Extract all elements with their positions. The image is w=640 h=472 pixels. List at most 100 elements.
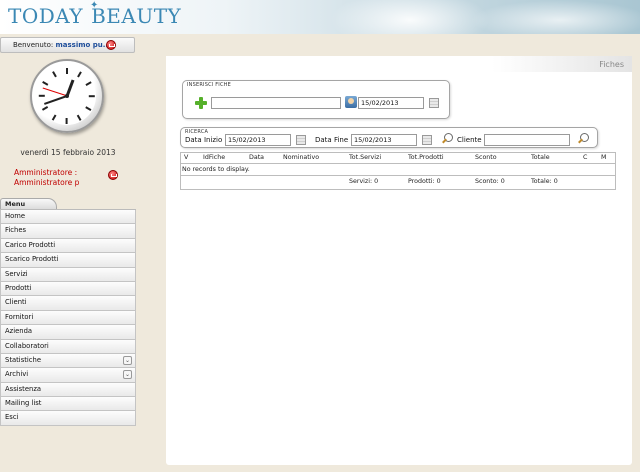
sidebar-item-fornitori[interactable]: Fornitori	[0, 310, 136, 326]
clock-center	[65, 94, 69, 98]
ricerca-group: RICERCA Data Inizio 15/02/2013 Data Fine…	[180, 127, 598, 148]
cliente-input[interactable]	[484, 134, 570, 146]
sidebar-item-carico-prodotti[interactable]: Carico Prodotti	[0, 238, 136, 254]
column-header-v[interactable]: V	[184, 154, 188, 161]
sidebar-item-label: Servizi	[5, 269, 28, 278]
chevron-down-icon[interactable]: ⌄	[123, 370, 132, 380]
chevron-down-icon[interactable]: ⌄	[123, 355, 132, 365]
column-header-data[interactable]: Data	[249, 154, 264, 161]
clock-second-hand	[42, 87, 68, 97]
sidebar-item-statistiche[interactable]: Statistiche ⌄	[0, 353, 136, 369]
column-header-totale[interactable]: Totale	[531, 154, 550, 161]
clock-tick	[42, 106, 49, 111]
sidebar-item-fiches[interactable]: Fiches	[0, 224, 136, 239]
clock-tick	[39, 95, 45, 97]
grid-footer: Servizi: 0 Prodotti: 0 Sconto: 0 Totale:…	[181, 177, 615, 189]
analog-clock	[30, 59, 104, 133]
cliente-label: Cliente	[457, 136, 482, 144]
clock-tick	[77, 114, 82, 121]
footer-servizi: Servizi: 0	[349, 178, 379, 185]
column-header-idfiche[interactable]: IdFiche	[203, 154, 225, 161]
column-header-tot-servizi[interactable]: Tot.Servizi	[349, 154, 381, 161]
sidebar-item-archivi[interactable]: Archivi ⌄	[0, 368, 136, 383]
inserisci-fiche-group: INSERISCI FICHE 15/02/2013	[182, 80, 450, 119]
star-icon: ✦	[90, 0, 99, 11]
logout-icon[interactable]	[106, 40, 116, 50]
sidebar-item-collaboratori[interactable]: Collaboratori	[0, 339, 136, 354]
clock-tick	[77, 71, 82, 78]
column-header-sconto[interactable]: Sconto	[475, 154, 497, 161]
role-info: Amministratore : Amministratore p	[14, 168, 79, 188]
fiche-text-input[interactable]	[211, 97, 341, 109]
footer-totale: Totale: 0	[531, 178, 558, 185]
sidebar-item-servizi[interactable]: Servizi	[0, 267, 136, 282]
data-fine-label: Data Fine	[315, 136, 349, 144]
role-line-2: Amministratore p	[14, 178, 80, 187]
column-header-nominativo[interactable]: Nominativo	[283, 154, 319, 161]
app-header: TODAY ✦ BEAUTY	[0, 0, 640, 34]
data-fine-calendar-icon[interactable]	[422, 135, 432, 145]
sidebar-item-scarico-prodotti[interactable]: Scarico Prodotti	[0, 253, 136, 268]
sidebar-item-esci[interactable]: Esci	[0, 411, 136, 426]
clock-tick	[85, 81, 92, 86]
add-icon[interactable]	[195, 97, 207, 109]
calendar-icon[interactable]	[429, 98, 439, 108]
search-icon[interactable]	[441, 133, 453, 145]
sidebar-item-label: Clienti	[5, 298, 27, 307]
sidebar-item-home[interactable]: Home	[0, 210, 136, 225]
role-line-1: Amministratore :	[14, 168, 78, 177]
data-inizio-calendar-icon[interactable]	[296, 135, 306, 145]
sidebar-item-mailing-list[interactable]: Mailing list	[0, 397, 136, 412]
grid-empty-message: No records to display.	[181, 164, 615, 176]
sidebar-item-assistenza[interactable]: Assistenza	[0, 382, 136, 398]
grid-header: V IdFiche Data Nominativo Tot.Servizi To…	[181, 153, 615, 164]
data-inizio-label: Data Inizio	[185, 136, 223, 144]
clock-tick	[52, 114, 57, 121]
sidebar-item-label: Mailing list	[5, 399, 42, 408]
welcome-user[interactable]: massimo pu...	[55, 41, 110, 49]
page-title: Fiches	[599, 60, 624, 69]
sidebar-item-azienda[interactable]: Azienda	[0, 325, 136, 340]
clock-tick	[66, 118, 68, 124]
main-panel: Fiches INSERISCI FICHE 15/02/2013 RICERC…	[166, 56, 632, 465]
column-header-tot-prodotti[interactable]: Tot.Prodotti	[408, 154, 444, 161]
data-fine-input[interactable]: 15/02/2013	[351, 134, 417, 146]
clock-tick	[66, 68, 68, 74]
welcome-label: Benvenuto:	[13, 41, 56, 49]
clock-face	[38, 67, 96, 125]
sidebar-item-label: Assistenza	[5, 384, 42, 393]
sidebar-item-label: Home	[5, 212, 26, 220]
sidebar-item-prodotti[interactable]: Prodotti	[0, 281, 136, 297]
sidebar-item-label: Fiches	[5, 226, 27, 235]
ricerca-legend: RICERCA	[185, 129, 209, 135]
clock-minute-hand	[44, 95, 68, 105]
title-band	[166, 56, 632, 72]
sidebar-item-label: Collaboratori	[5, 341, 49, 350]
sidebar-item-label: Scarico Prodotti	[5, 255, 59, 264]
clock-tick	[85, 106, 92, 111]
current-date: venerdì 15 febbraio 2013	[20, 148, 116, 157]
inserisci-legend: INSERISCI FICHE	[187, 82, 231, 88]
logo-word-today: TODAY	[8, 4, 84, 28]
data-inizio-input[interactable]: 15/02/2013	[225, 134, 291, 146]
welcome-bar: Benvenuto: massimo pu...	[0, 37, 135, 53]
sidebar-item-label: Statistiche	[5, 355, 42, 364]
clock-tick	[52, 71, 57, 78]
sidebar-item-label: Azienda	[5, 327, 33, 336]
sidebar-item-clienti[interactable]: Clienti	[0, 296, 136, 311]
sidebar-item-label: Prodotti	[5, 283, 32, 292]
footer-prodotti: Prodotti: 0	[408, 178, 441, 185]
footer-sconto: Sconto: 0	[475, 178, 505, 185]
fiches-grid: V IdFiche Data Nominativo Tot.Servizi To…	[180, 152, 616, 190]
fiche-date-input[interactable]: 15/02/2013	[358, 97, 424, 109]
sidebar-item-label: Esci	[5, 413, 19, 422]
column-header-m[interactable]: M	[601, 154, 606, 161]
clock-tick	[89, 95, 95, 97]
sidebar-menu: Home Fiches Carico Prodotti Scarico Prodott…	[0, 209, 136, 426]
app-logo: TODAY ✦ BEAUTY	[8, 0, 181, 28]
clock-tick	[42, 81, 49, 86]
cliente-search-icon[interactable]	[577, 133, 589, 145]
column-header-c[interactable]: C	[583, 154, 587, 161]
role-logout-icon[interactable]	[108, 170, 118, 180]
client-picker-icon[interactable]	[345, 96, 357, 108]
